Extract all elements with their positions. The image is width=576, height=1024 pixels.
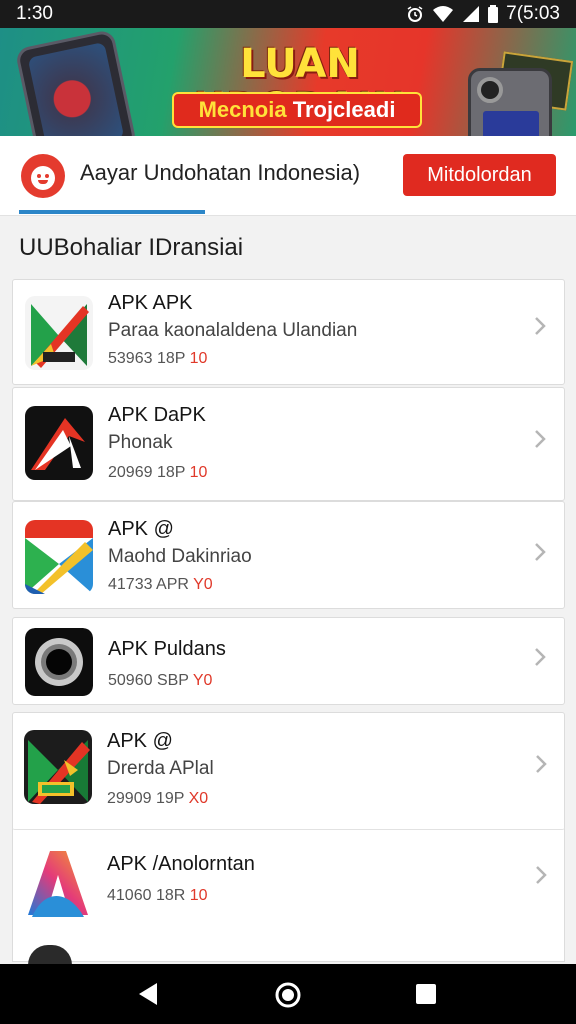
app-description: Maohd Dakinriao — [108, 546, 252, 567]
app-description: Paraa kaonalaldena Ulandian — [108, 320, 358, 341]
back-icon[interactable] — [137, 981, 159, 1007]
app-meta-highlight: 10 — [189, 887, 208, 904]
app-meta-text: 29909 19P — [107, 790, 185, 807]
recents-icon[interactable] — [415, 983, 437, 1005]
list-item[interactable]: APK @ Drerda APlal 29909 19P X0 — [12, 712, 565, 830]
banner-subtitle-b: Trojcleadi — [292, 97, 396, 122]
app-meta-highlight: Y0 — [192, 672, 213, 689]
app-meta-highlight: 10 — [189, 464, 208, 481]
chevron-right-icon — [535, 543, 546, 561]
app-meta: 20969 18P 10 — [108, 464, 207, 482]
app-meta-text: 41733 APR — [108, 576, 189, 593]
chevron-right-icon — [536, 866, 547, 884]
list-item[interactable]: APK @ Maohd Dakinriao 41733 APR Y0 — [12, 501, 565, 609]
app-meta-highlight: Y0 — [193, 576, 213, 593]
status-icons: 7(5:03 — [406, 3, 560, 25]
chevron-right-icon — [535, 648, 546, 666]
app-name: APK @ — [107, 730, 173, 752]
app-meta: 50960 SBP Y0 — [108, 672, 212, 690]
chevron-right-icon — [536, 755, 547, 773]
section-title: UUBohaliar IDransiai — [19, 234, 244, 261]
app-meta-highlight: 10 — [189, 350, 208, 367]
home-icon[interactable] — [274, 981, 302, 1009]
banner-subtitle-a: Mecnoia — [198, 97, 287, 122]
app-meta-text: 50960 SBP — [108, 672, 189, 689]
a-letter-gradient-icon — [24, 845, 92, 919]
header-title: Aayar Undohatan Indonesia) — [80, 160, 361, 185]
app-meta: 29909 19P X0 — [107, 790, 208, 808]
app-name: APK /Anolorntan — [107, 853, 255, 875]
list-item[interactable]: APK /Anolorntan 41060 18R 10 — [12, 831, 565, 947]
chevron-right-icon — [535, 317, 546, 335]
app-logo-icon — [21, 154, 65, 198]
app-meta-highlight: X0 — [188, 790, 209, 807]
list-item[interactable]: APK APK Paraa kaonalaldena Ulandian 5396… — [12, 279, 565, 385]
app-name: APK Puldans — [108, 638, 226, 660]
ring-black-icon — [25, 628, 93, 696]
alarm-icon — [407, 6, 423, 22]
wifi-icon — [433, 6, 454, 22]
banner-subtitle: Mecnoia Trojcleadi — [172, 92, 422, 128]
camera-illustration — [468, 68, 552, 136]
active-tab-indicator — [19, 210, 205, 214]
app-meta: 41060 18R 10 — [107, 887, 208, 905]
header-action-button[interactable]: Mitdolordan — [403, 154, 556, 196]
phone-illustration — [14, 28, 138, 136]
app-name: APK @ — [108, 518, 174, 540]
header-card: Aayar Undohatan Indonesia) Mitdolordan — [0, 136, 576, 216]
app-description: Drerda APlal — [107, 758, 214, 779]
status-time: 1:30 — [16, 3, 53, 24]
app-meta-text: 53963 18P — [108, 350, 186, 367]
app-meta: 41733 APR Y0 — [108, 576, 213, 594]
app-meta-text: 41060 18R — [107, 887, 186, 904]
navigation-bar — [0, 964, 576, 1024]
map-colorful-icon — [25, 520, 93, 594]
app-name: APK APK — [108, 292, 193, 314]
arrow-red-black-icon — [25, 406, 93, 480]
app-name: APK DaPK — [108, 404, 206, 426]
list-item[interactable]: APK Puldans 50960 SBP Y0 — [12, 617, 565, 705]
app-description: Phonak — [108, 432, 173, 453]
battery-icon — [488, 5, 499, 23]
chevron-right-icon — [535, 430, 546, 448]
x-green-red-icon — [25, 296, 93, 370]
status-right-time: 7(5:03 — [506, 3, 560, 24]
app-meta-text: 20969 18P — [108, 464, 186, 481]
list-item[interactable]: APK DaPK Phonak 20969 18P 10 — [12, 387, 565, 501]
signal-icon — [463, 6, 480, 22]
app-meta: 53963 18P 10 — [108, 350, 207, 368]
promo-banner[interactable]: LUAN UDODAIN Mecnoia Trojcleadi — [0, 28, 576, 136]
status-bar: 1:30 7(5:03 — [0, 0, 576, 28]
x-green-red-apd-icon — [24, 730, 92, 804]
